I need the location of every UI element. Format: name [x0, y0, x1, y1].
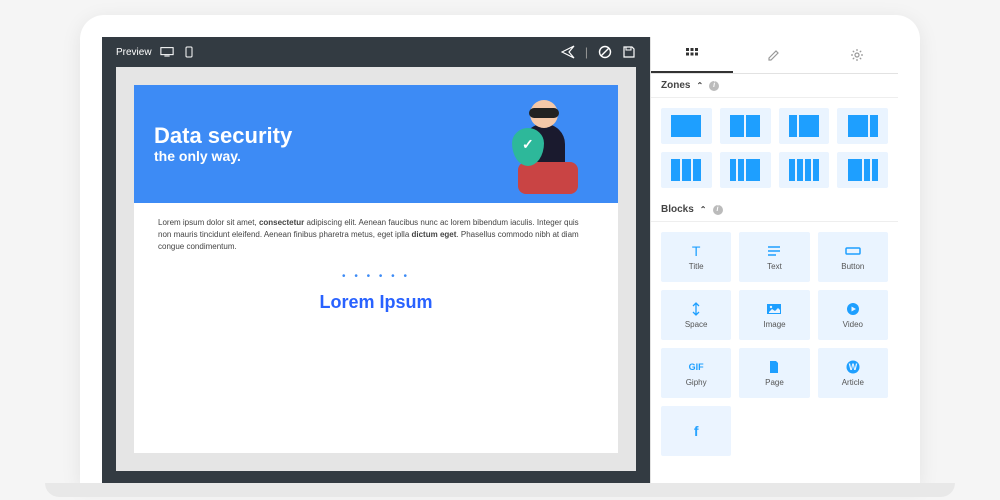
toolbar-separator: |: [585, 45, 588, 59]
preview-label: Preview: [116, 47, 152, 58]
wordpress-icon: W: [846, 359, 860, 375]
blocks-grid: TTitle Text Button Space Image Video GIF…: [651, 222, 898, 466]
zone-wide-narrow[interactable]: [837, 108, 888, 144]
laptop-frame: Preview | Data security the only way.: [80, 15, 920, 485]
zones-grid: [651, 98, 898, 198]
divider-dots: • • • • • •: [134, 267, 618, 286]
editor-pane: Preview | Data security the only way.: [102, 37, 650, 485]
video-icon: [846, 301, 860, 317]
zone-wide-two-narrow[interactable]: [837, 152, 888, 188]
zone-quarters[interactable]: [779, 152, 830, 188]
tab-settings[interactable]: [816, 37, 898, 73]
social-icon: f: [694, 423, 699, 439]
title-icon: T: [692, 243, 701, 259]
zone-full[interactable]: [661, 108, 712, 144]
zone-thirds[interactable]: [661, 152, 712, 188]
body-paragraph[interactable]: Lorem ipsum dolor sit amet, consectetur …: [134, 203, 618, 267]
hero-block[interactable]: Data security the only way.: [134, 85, 618, 203]
blocks-header[interactable]: Blocks ⌃ i: [651, 198, 898, 222]
text-icon: [767, 243, 781, 259]
mobile-preview-icon[interactable]: [182, 45, 196, 59]
image-icon: [766, 301, 782, 317]
save-icon[interactable]: [622, 45, 636, 59]
editor-toolbar: Preview |: [102, 37, 650, 67]
block-text[interactable]: Text: [739, 232, 809, 282]
info-icon[interactable]: i: [713, 205, 723, 215]
svg-text:W: W: [849, 362, 858, 372]
sidebar: Zones ⌃ i Blocks ⌃ i TTitle Text Button …: [650, 37, 898, 485]
zone-two-narrow-wide[interactable]: [720, 152, 771, 188]
canvas-wrapper: Data security the only way. Lorem ipsum …: [102, 67, 650, 485]
hero-subtitle: the only way.: [154, 148, 478, 164]
button-icon: [845, 243, 861, 259]
tab-edit[interactable]: [733, 37, 815, 73]
chevron-up-icon: ⌃: [700, 205, 707, 214]
zone-narrow-wide[interactable]: [779, 108, 830, 144]
hero-title: Data security: [154, 124, 478, 147]
block-giphy[interactable]: GIFGiphy: [661, 348, 731, 398]
block-partial[interactable]: f: [661, 406, 731, 456]
block-video[interactable]: Video: [818, 290, 888, 340]
info-icon[interactable]: i: [709, 81, 719, 91]
chevron-up-icon: ⌃: [696, 81, 703, 90]
page-icon: [768, 359, 780, 375]
send-icon[interactable]: [561, 45, 575, 59]
hero-illustration: [478, 94, 598, 194]
zone-half-half[interactable]: [720, 108, 771, 144]
canvas-bg: Data security the only way. Lorem ipsum …: [116, 67, 636, 471]
gif-icon: GIF: [689, 359, 704, 375]
block-button[interactable]: Button: [818, 232, 888, 282]
app-screen: Preview | Data security the only way.: [102, 37, 898, 485]
tab-layout[interactable]: [651, 37, 733, 73]
sidebar-tabs: [651, 37, 898, 74]
cta-heading[interactable]: Lorem Ipsum: [134, 286, 618, 327]
block-disable-icon[interactable]: [598, 45, 612, 59]
block-image[interactable]: Image: [739, 290, 809, 340]
email-template[interactable]: Data security the only way. Lorem ipsum …: [134, 85, 618, 453]
block-title[interactable]: TTitle: [661, 232, 731, 282]
zones-header[interactable]: Zones ⌃ i: [651, 74, 898, 98]
block-space[interactable]: Space: [661, 290, 731, 340]
block-page[interactable]: Page: [739, 348, 809, 398]
block-article[interactable]: WArticle: [818, 348, 888, 398]
space-icon: [691, 301, 701, 317]
desktop-preview-icon[interactable]: [160, 45, 174, 59]
